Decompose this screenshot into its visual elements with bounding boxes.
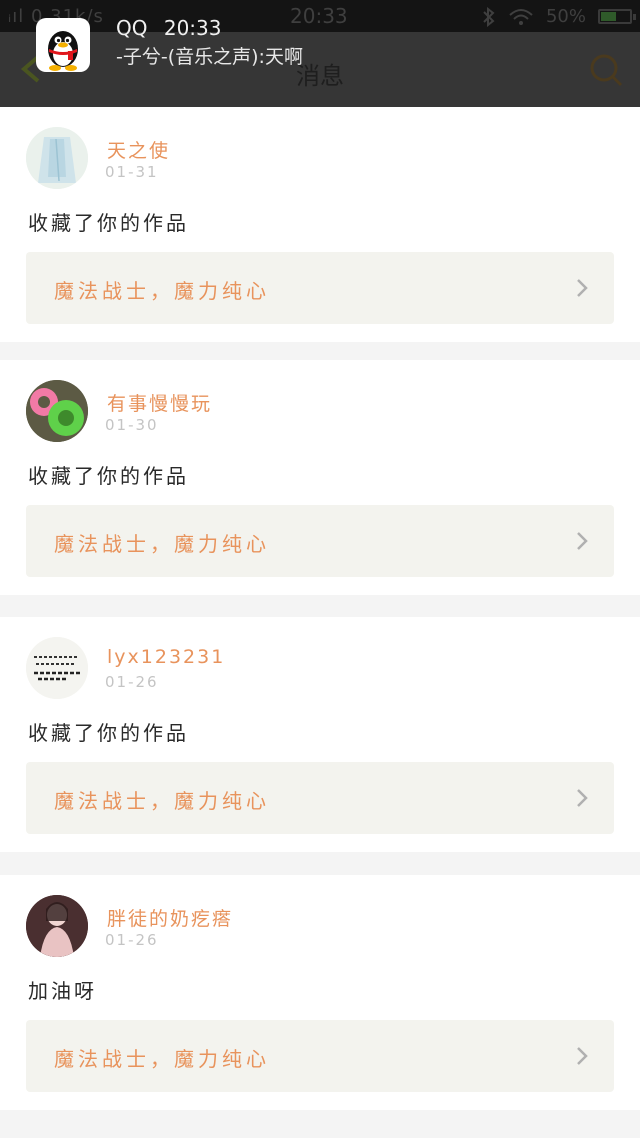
chevron-right-icon (577, 1047, 588, 1065)
notification-text: -子兮-(音乐之声):天啊 (116, 46, 303, 68)
notification-time: 20:33 (163, 16, 222, 40)
avatar[interactable] (26, 380, 88, 442)
message-date: 01-26 (105, 931, 159, 949)
message-date: 01-31 (105, 163, 159, 181)
message-action: 收藏了你的作品 (28, 464, 189, 488)
message-action: 收藏了你的作品 (28, 211, 189, 235)
work-link[interactable]: 魔法战士，魔力纯心 (26, 252, 614, 324)
message-card: 胖徒的奶疙瘩 01-26 加油呀 魔法战士，魔力纯心 (0, 875, 640, 1110)
work-title: 魔法战士，魔力纯心 (54, 532, 270, 556)
work-link[interactable]: 魔法战士，魔力纯心 (26, 1020, 614, 1092)
username[interactable]: lyx123231 (107, 646, 225, 668)
work-title: 魔法战士，魔力纯心 (54, 279, 270, 303)
username[interactable]: 有事慢慢玩 (107, 389, 212, 416)
notification-app: QQ (116, 16, 148, 40)
chevron-right-icon (577, 279, 588, 297)
message-date: 01-26 (105, 673, 159, 691)
avatar[interactable] (26, 127, 88, 189)
avatar[interactable] (26, 637, 88, 699)
message-action: 加油呀 (28, 979, 97, 1003)
message-card: 有事慢慢玩 01-30 收藏了你的作品 魔法战士，魔力纯心 (0, 360, 640, 595)
message-card: lyx123231 01-26 收藏了你的作品 魔法战士，魔力纯心 (0, 617, 640, 852)
chevron-right-icon (577, 532, 588, 550)
work-title: 魔法战士，魔力纯心 (54, 789, 270, 813)
username[interactable]: 天之使 (107, 136, 170, 163)
qq-penguin-icon (36, 18, 90, 72)
qq-notification[interactable]: QQ 20:33 -子兮-(音乐之声):天啊 (0, 0, 640, 107)
work-title: 魔法战士，魔力纯心 (54, 1047, 270, 1071)
message-date: 01-30 (105, 416, 159, 434)
username[interactable]: 胖徒的奶疙瘩 (107, 904, 233, 931)
avatar[interactable] (26, 895, 88, 957)
work-link[interactable]: 魔法战士，魔力纯心 (26, 762, 614, 834)
notification-header: QQ 20:33 (116, 16, 221, 40)
message-action: 收藏了你的作品 (28, 721, 189, 745)
message-card: 天之使 01-31 收藏了你的作品 魔法战士，魔力纯心 (0, 107, 640, 342)
chevron-right-icon (577, 789, 588, 807)
work-link[interactable]: 魔法战士，魔力纯心 (26, 505, 614, 577)
